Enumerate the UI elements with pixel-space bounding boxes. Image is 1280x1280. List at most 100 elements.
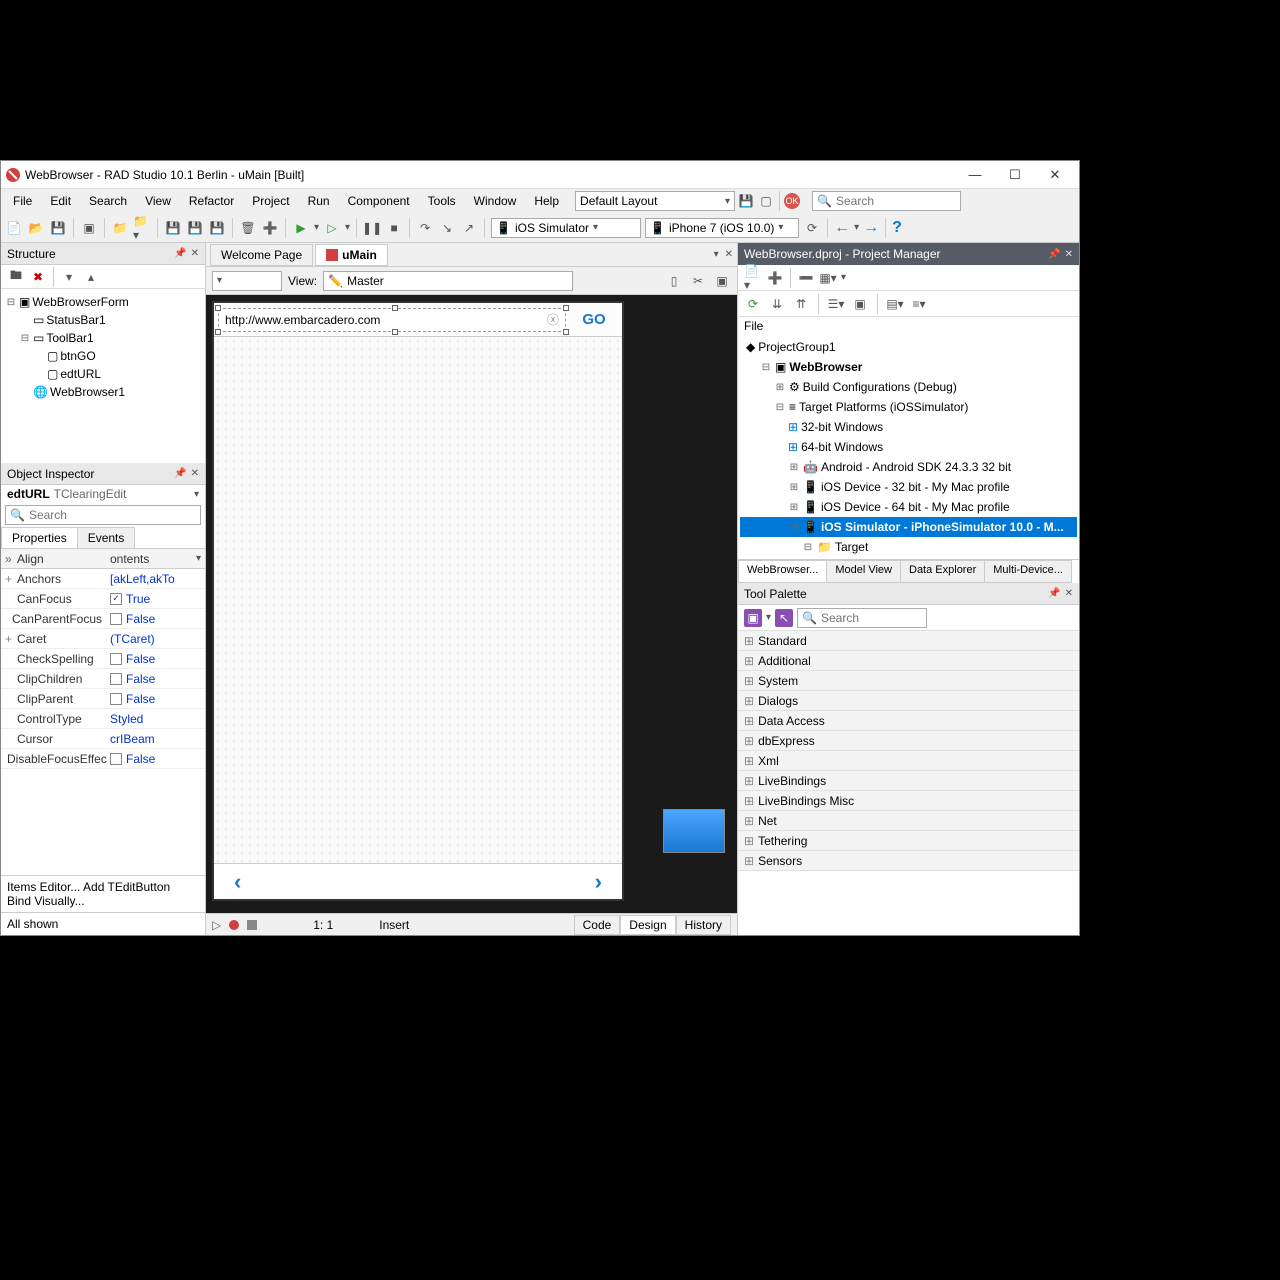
tree-node[interactable]: 🌐 WebBrowser1 bbox=[5, 383, 201, 401]
dropdown-icon[interactable]: ▾ bbox=[714, 249, 719, 260]
stop-icon[interactable]: ■ bbox=[385, 219, 403, 237]
add-to-project-icon[interactable]: ➕ bbox=[261, 219, 279, 237]
palette-search[interactable]: 🔍 bbox=[797, 608, 927, 628]
structure-tree[interactable]: ⊟▣ WebBrowserForm ▭ StatusBar1 ⊟▭ ToolBa… bbox=[1, 289, 205, 405]
delete-icon[interactable]: ✖ bbox=[29, 268, 47, 286]
pmtab-model[interactable]: Model View bbox=[826, 560, 901, 583]
palette-category[interactable]: ⊞System bbox=[738, 671, 1079, 691]
save-all-icon[interactable]: 💾 bbox=[164, 219, 182, 237]
property-row[interactable]: CanFocus✓True bbox=[1, 589, 205, 609]
expand-icon[interactable]: ⇊ bbox=[768, 295, 786, 313]
property-row[interactable]: CheckSpellingFalse bbox=[1, 649, 205, 669]
property-row[interactable]: ControlTypeStyled bbox=[1, 709, 205, 729]
form-designer[interactable]: http://www.embarcadero.com ⓧ GO ‹ › bbox=[206, 295, 737, 913]
open-folder-icon[interactable]: 📁 bbox=[111, 219, 129, 237]
run-icon[interactable]: ▶ bbox=[292, 219, 310, 237]
tab-events[interactable]: Events bbox=[77, 527, 136, 548]
remove-icon[interactable]: ➖ bbox=[797, 269, 815, 287]
palette-category[interactable]: ⊞Sensors bbox=[738, 851, 1079, 871]
resize-handle[interactable] bbox=[392, 305, 398, 311]
style-selector[interactable]: ▾ bbox=[212, 271, 282, 291]
step-into-icon[interactable]: ↘ bbox=[438, 219, 456, 237]
menu-file[interactable]: File bbox=[5, 192, 40, 210]
palette-category[interactable]: ⊞LiveBindings Misc bbox=[738, 791, 1079, 811]
pin-icon[interactable]: 📌 bbox=[1048, 249, 1060, 260]
pause-icon[interactable]: ❚❚ bbox=[363, 219, 381, 237]
tree-node[interactable]: ⊟▭ ToolBar1 bbox=[5, 329, 201, 347]
new-icon[interactable]: 📄▾ bbox=[744, 269, 762, 287]
pmtab-data[interactable]: Data Explorer bbox=[900, 560, 985, 583]
tree-node-project[interactable]: ⊟▣ WebBrowser bbox=[740, 357, 1077, 377]
propgrid-header[interactable]: »Align ontents▾ bbox=[1, 549, 205, 569]
play-icon[interactable]: ▷ bbox=[212, 918, 221, 932]
minimize-button[interactable]: — bbox=[955, 164, 995, 186]
tree-node-target[interactable]: ⊟📁 Target bbox=[740, 537, 1077, 557]
record-icon[interactable] bbox=[229, 920, 239, 930]
close-tab-icon[interactable]: ✕ bbox=[725, 249, 733, 260]
new-file-icon[interactable]: 📄 bbox=[5, 219, 23, 237]
close-icon[interactable]: ✕ bbox=[191, 468, 199, 479]
tree-node-platform[interactable]: ⊞📱 iOS Device - 32 bit - My Mac profile bbox=[740, 477, 1077, 497]
pin-icon[interactable]: 📌 bbox=[1048, 588, 1060, 599]
expand-icon[interactable]: ▾ bbox=[60, 268, 78, 286]
forward-arrow-icon[interactable]: › bbox=[595, 869, 602, 895]
collapse-icon[interactable]: ⇈ bbox=[792, 295, 810, 313]
resize-handle[interactable] bbox=[563, 329, 569, 335]
grid-icon[interactable]: ✂ bbox=[689, 272, 707, 290]
tab-history[interactable]: History bbox=[676, 915, 731, 935]
tree-node-targets[interactable]: ⊟≡ Target Platforms (iOSSimulator) bbox=[740, 397, 1077, 417]
close-button[interactable]: ✕ bbox=[1035, 164, 1075, 186]
filter-icon[interactable]: 🖿 bbox=[7, 268, 25, 286]
tree-node-build[interactable]: ⊞⚙ Build Configurations (Debug) bbox=[740, 377, 1077, 397]
menu-run[interactable]: Run bbox=[300, 192, 338, 210]
category-icon[interactable]: ▣ bbox=[744, 609, 762, 627]
save-icon[interactable]: 💾 bbox=[49, 219, 67, 237]
palette-header[interactable]: Tool Palette 📌✕ bbox=[738, 583, 1079, 605]
bind-visually-link[interactable]: Bind Visually... bbox=[7, 894, 199, 908]
ide-search[interactable]: 🔍 bbox=[812, 191, 961, 211]
close-icon[interactable]: ✕ bbox=[191, 248, 199, 259]
resize-handle[interactable] bbox=[392, 329, 398, 335]
view-icon[interactable]: ▦▾ bbox=[819, 269, 837, 287]
tree-node[interactable]: ▢ btnGO bbox=[5, 347, 201, 365]
palette-category[interactable]: ⊞Xml bbox=[738, 751, 1079, 771]
resize-handle[interactable] bbox=[563, 305, 569, 311]
palette-category[interactable]: ⊞dbExpress bbox=[738, 731, 1079, 751]
tree-node[interactable]: ▢ edtURL bbox=[5, 365, 201, 383]
palette-category[interactable]: ⊞LiveBindings bbox=[738, 771, 1079, 791]
sort-icon[interactable]: ▤▾ bbox=[886, 295, 904, 313]
palette-category[interactable]: ⊞Tethering bbox=[738, 831, 1079, 851]
tree-node-root[interactable]: ⊟▣ WebBrowserForm bbox=[5, 293, 201, 311]
filter-icon[interactable]: ▣ bbox=[851, 295, 869, 313]
step-out-icon[interactable]: ↗ bbox=[460, 219, 478, 237]
view-selector[interactable]: ✏️ Master bbox=[323, 271, 573, 291]
edturl-component[interactable]: http://www.embarcadero.com ⓧ bbox=[218, 308, 566, 332]
menu-window[interactable]: Window bbox=[466, 192, 525, 210]
close-icon[interactable]: ✕ bbox=[1065, 588, 1073, 599]
menu-project[interactable]: Project bbox=[244, 192, 297, 210]
resize-handle[interactable] bbox=[215, 305, 221, 311]
options-icon[interactable]: ▣ bbox=[713, 272, 731, 290]
tree-node[interactable]: ▭ StatusBar1 bbox=[5, 311, 201, 329]
menu-component[interactable]: Component bbox=[340, 192, 418, 210]
pin-icon[interactable]: 📌 bbox=[174, 468, 186, 479]
menu-help[interactable]: Help bbox=[526, 192, 567, 210]
step-over-icon[interactable]: ↷ bbox=[416, 219, 434, 237]
tab-code[interactable]: Code bbox=[574, 915, 621, 935]
open-icon[interactable]: 📂 bbox=[27, 219, 45, 237]
property-row[interactable]: +Anchors[akLeft,akTo bbox=[1, 569, 205, 589]
stop-circle-icon[interactable]: OK bbox=[784, 193, 800, 209]
tab-design[interactable]: Design bbox=[620, 915, 675, 935]
projmgr-tree[interactable]: ◆ ProjectGroup1 ⊟▣ WebBrowser ⊞⚙ Build C… bbox=[738, 335, 1079, 559]
pin-icon[interactable]: 📌 bbox=[174, 248, 186, 259]
menu-view[interactable]: View bbox=[137, 192, 179, 210]
tree-node-platform[interactable]: ⊞📱 iOS Device - 64 bit - My Mac profile bbox=[740, 497, 1077, 517]
pmtab-multi[interactable]: Multi-Device... bbox=[984, 560, 1072, 583]
list-icon[interactable]: ☰▾ bbox=[827, 295, 845, 313]
platform-selector[interactable]: 📱 iOS Simulator ▾ bbox=[491, 218, 641, 238]
layout-selector[interactable]: Default Layout ▾ bbox=[575, 191, 735, 211]
projmgr-header[interactable]: WebBrowser.dproj - Project Manager 📌✕ bbox=[738, 243, 1079, 265]
collapse-icon[interactable]: ▴ bbox=[82, 268, 100, 286]
sync-icon[interactable]: ⟳ bbox=[744, 295, 762, 313]
menu-search[interactable]: Search bbox=[81, 192, 135, 210]
